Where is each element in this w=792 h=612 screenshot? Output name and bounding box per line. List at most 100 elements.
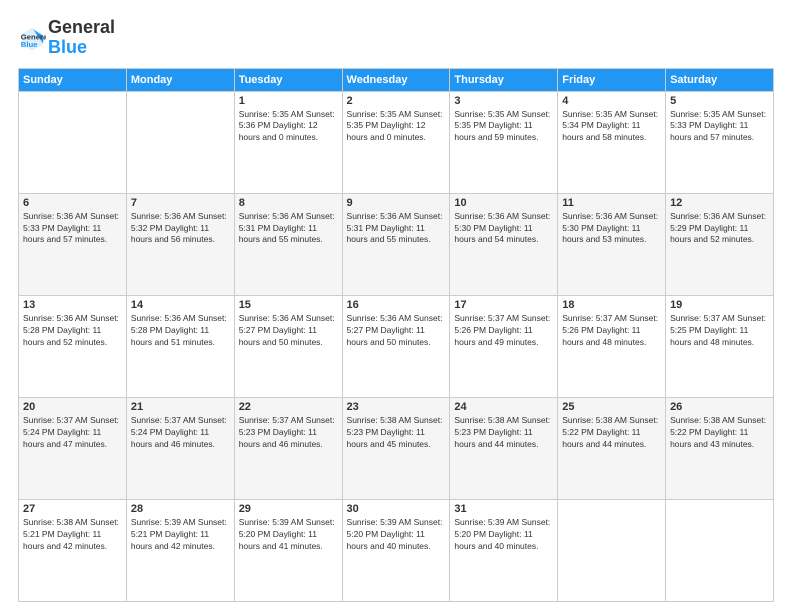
- calendar-cell: 23 Sunrise: 5:38 AM Sunset: 5:23 PM Dayli…: [342, 397, 450, 499]
- day-info: Sunrise: 5:38 AM Sunset: 5:23 PM Dayligh…: [454, 415, 553, 451]
- calendar-week-row: 1 Sunrise: 5:35 AM Sunset: 5:36 PM Daylig…: [19, 91, 774, 193]
- day-number: 2: [347, 95, 446, 107]
- header: General Blue General Blue: [18, 18, 774, 58]
- calendar-cell: 10 Sunrise: 5:36 AM Sunset: 5:30 PM Dayli…: [450, 193, 558, 295]
- calendar-cell: [19, 91, 127, 193]
- logo: General Blue General Blue: [18, 18, 115, 58]
- day-number: 22: [239, 401, 338, 413]
- day-info: Sunrise: 5:37 AM Sunset: 5:23 PM Dayligh…: [239, 415, 338, 451]
- calendar-cell: 2 Sunrise: 5:35 AM Sunset: 5:35 PM Daylig…: [342, 91, 450, 193]
- day-info: Sunrise: 5:35 AM Sunset: 5:34 PM Dayligh…: [562, 109, 661, 145]
- day-number: 7: [131, 197, 230, 209]
- day-info: Sunrise: 5:35 AM Sunset: 5:36 PM Dayligh…: [239, 109, 338, 145]
- calendar-cell: 20Sunrise: 5:37 AM Sunset: 5:24 PM Dayli…: [19, 397, 127, 499]
- day-info: Sunrise: 5:38 AM Sunset: 5:21 PM Dayligh…: [23, 517, 122, 553]
- day-number: 28: [131, 503, 230, 515]
- calendar-cell: 9 Sunrise: 5:36 AM Sunset: 5:31 PM Daylig…: [342, 193, 450, 295]
- weekday-header: Wednesday: [342, 68, 450, 91]
- day-number: 17: [454, 299, 553, 311]
- day-number: 9: [347, 197, 446, 209]
- day-info: Sunrise: 5:36 AM Sunset: 5:29 PM Dayligh…: [670, 211, 769, 247]
- calendar-cell: 29Sunrise: 5:39 AM Sunset: 5:20 PM Dayli…: [234, 499, 342, 601]
- calendar-week-row: 13 Sunrise: 5:36 AM Sunset: 5:28 PM Dayli…: [19, 295, 774, 397]
- calendar-cell: 4 Sunrise: 5:35 AM Sunset: 5:34 PM Daylig…: [558, 91, 666, 193]
- calendar-cell: 19 Sunrise: 5:37 AM Sunset: 5:25 PM Dayli…: [666, 295, 774, 397]
- calendar-cell: [126, 91, 234, 193]
- weekday-header: Friday: [558, 68, 666, 91]
- logo-text: General Blue: [48, 18, 115, 58]
- day-info: Sunrise: 5:36 AM Sunset: 5:31 PM Dayligh…: [347, 211, 446, 247]
- calendar-cell: 24 Sunrise: 5:38 AM Sunset: 5:23 PM Dayli…: [450, 397, 558, 499]
- calendar-cell: 31 Sunrise: 5:39 AM Sunset: 5:20 PM Dayli…: [450, 499, 558, 601]
- day-info: Sunrise: 5:38 AM Sunset: 5:23 PM Dayligh…: [347, 415, 446, 451]
- calendar-cell: 12 Sunrise: 5:36 AM Sunset: 5:29 PM Dayli…: [666, 193, 774, 295]
- day-info: Sunrise: 5:37 AM Sunset: 5:24 PM Dayligh…: [131, 415, 230, 451]
- calendar-cell: 25 Sunrise: 5:38 AM Sunset: 5:22 PM Dayli…: [558, 397, 666, 499]
- day-number: 25: [562, 401, 661, 413]
- day-number: 19: [670, 299, 769, 311]
- day-info: Sunrise: 5:36 AM Sunset: 5:32 PM Dayligh…: [131, 211, 230, 247]
- calendar-cell: [558, 499, 666, 601]
- day-number: 3: [454, 95, 553, 107]
- svg-text:Blue: Blue: [21, 40, 38, 49]
- day-info: Sunrise: 5:39 AM Sunset: 5:20 PM Dayligh…: [347, 517, 446, 553]
- day-number: 23: [347, 401, 446, 413]
- day-number: 8: [239, 197, 338, 209]
- day-info: Sunrise: 5:35 AM Sunset: 5:35 PM Dayligh…: [454, 109, 553, 145]
- day-number: 14: [131, 299, 230, 311]
- calendar-cell: 16Sunrise: 5:36 AM Sunset: 5:27 PM Dayli…: [342, 295, 450, 397]
- day-number: 12: [670, 197, 769, 209]
- calendar-cell: 14 Sunrise: 5:36 AM Sunset: 5:28 PM Dayli…: [126, 295, 234, 397]
- calendar-week-row: 6Sunrise: 5:36 AM Sunset: 5:33 PM Daylig…: [19, 193, 774, 295]
- calendar-cell: 21 Sunrise: 5:37 AM Sunset: 5:24 PM Dayli…: [126, 397, 234, 499]
- day-info: Sunrise: 5:35 AM Sunset: 5:33 PM Dayligh…: [670, 109, 769, 145]
- weekday-header: Monday: [126, 68, 234, 91]
- calendar-cell: 18Sunrise: 5:37 AM Sunset: 5:26 PM Dayli…: [558, 295, 666, 397]
- day-number: 13: [23, 299, 122, 311]
- day-info: Sunrise: 5:35 AM Sunset: 5:35 PM Dayligh…: [347, 109, 446, 145]
- calendar-cell: 13 Sunrise: 5:36 AM Sunset: 5:28 PM Dayli…: [19, 295, 127, 397]
- calendar-table: SundayMondayTuesdayWednesdayThursdayFrid…: [18, 68, 774, 602]
- calendar-cell: 22 Sunrise: 5:37 AM Sunset: 5:23 PM Dayli…: [234, 397, 342, 499]
- day-number: 31: [454, 503, 553, 515]
- weekday-header: Thursday: [450, 68, 558, 91]
- day-number: 30: [347, 503, 446, 515]
- calendar-cell: [666, 499, 774, 601]
- day-number: 1: [239, 95, 338, 107]
- calendar-cell: 7 Sunrise: 5:36 AM Sunset: 5:32 PM Daylig…: [126, 193, 234, 295]
- calendar-cell: 5 Sunrise: 5:35 AM Sunset: 5:33 PM Daylig…: [666, 91, 774, 193]
- day-number: 21: [131, 401, 230, 413]
- day-info: Sunrise: 5:36 AM Sunset: 5:31 PM Dayligh…: [239, 211, 338, 247]
- day-info: Sunrise: 5:37 AM Sunset: 5:26 PM Dayligh…: [562, 313, 661, 349]
- day-info: Sunrise: 5:36 AM Sunset: 5:30 PM Dayligh…: [562, 211, 661, 247]
- day-number: 4: [562, 95, 661, 107]
- day-number: 29: [239, 503, 338, 515]
- day-info: Sunrise: 5:36 AM Sunset: 5:30 PM Dayligh…: [454, 211, 553, 247]
- day-number: 5: [670, 95, 769, 107]
- day-info: Sunrise: 5:36 AM Sunset: 5:28 PM Dayligh…: [23, 313, 122, 349]
- day-number: 24: [454, 401, 553, 413]
- page: General Blue General Blue SundayMondayTu…: [0, 0, 792, 612]
- calendar-cell: 30 Sunrise: 5:39 AM Sunset: 5:20 PM Dayli…: [342, 499, 450, 601]
- day-number: 27: [23, 503, 122, 515]
- weekday-header: Saturday: [666, 68, 774, 91]
- day-info: Sunrise: 5:39 AM Sunset: 5:20 PM Dayligh…: [454, 517, 553, 553]
- calendar-week-row: 20 Sunrise: 5:37 AM Sunset: 5:24 PM Dayli…: [19, 397, 774, 499]
- day-info: Sunrise: 5:37 AM Sunset: 5:26 PM Dayligh…: [454, 313, 553, 349]
- day-number: 11: [562, 197, 661, 209]
- day-number: 10: [454, 197, 553, 209]
- day-info: Sunrise: 5:37 AM Sunset: 5:25 PM Dayligh…: [670, 313, 769, 349]
- day-info: Sunrise: 5:36 AM Sunset: 5:28 PM Dayligh…: [131, 313, 230, 349]
- calendar-cell: 15 Sunrise: 5:36 AM Sunset: 5:27 PM Dayli…: [234, 295, 342, 397]
- weekday-header: Sunday: [19, 68, 127, 91]
- calendar-cell: 1 Sunrise: 5:35 AM Sunset: 5:36 PM Daylig…: [234, 91, 342, 193]
- day-info: Sunrise: 5:36 AM Sunset: 5:27 PM Dayligh…: [239, 313, 338, 349]
- day-number: 20: [23, 401, 122, 413]
- day-info: Sunrise: 5:36 AM Sunset: 5:27 PM Dayligh…: [347, 313, 446, 349]
- day-info: Sunrise: 5:39 AM Sunset: 5:21 PM Dayligh…: [131, 517, 230, 553]
- calendar-cell: 11 Sunrise: 5:36 AM Sunset: 5:30 PM Dayli…: [558, 193, 666, 295]
- calendar-cell: 26Sunrise: 5:38 AM Sunset: 5:22 PM Dayli…: [666, 397, 774, 499]
- header-row: SundayMondayTuesdayWednesdayThursdayFrid…: [19, 68, 774, 91]
- day-info: Sunrise: 5:38 AM Sunset: 5:22 PM Dayligh…: [562, 415, 661, 451]
- day-number: 15: [239, 299, 338, 311]
